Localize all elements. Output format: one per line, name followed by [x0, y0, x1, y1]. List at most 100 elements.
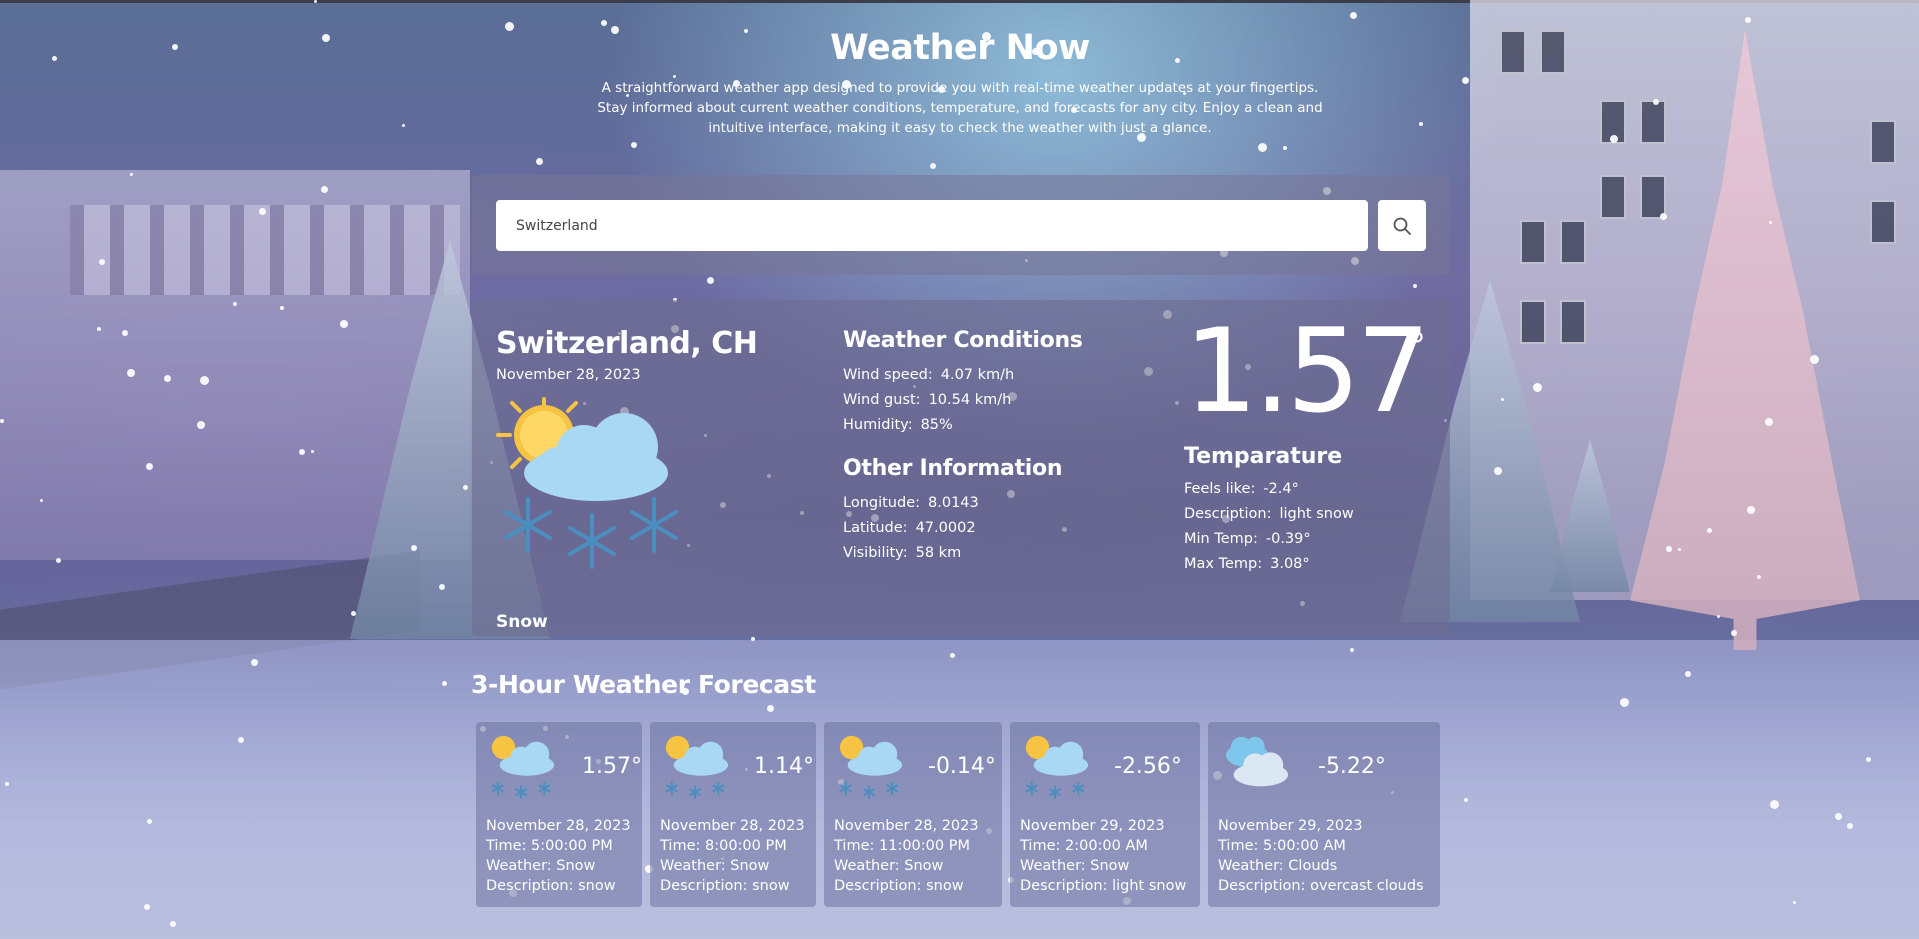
forecast-weather: Weather: Snow	[1020, 858, 1130, 874]
forecast-card: 1.14° November 28, 2023 Time: 8:00:00 PM…	[650, 722, 816, 907]
visibility-label: Visibility:	[843, 545, 908, 561]
forecast-description: Description: snow	[660, 878, 790, 894]
snowflake	[402, 124, 405, 127]
forecast-card: 1.57° November 28, 2023 Time: 5:00:00 PM…	[476, 722, 642, 907]
sun-cloud-snow-icon	[665, 735, 729, 800]
snowflake	[146, 463, 153, 470]
forecast-card: -0.14° November 28, 2023 Time: 11:00:00 …	[824, 722, 1002, 907]
forecast-title: 3-Hour Weather Forecast	[471, 670, 816, 699]
building-window	[1870, 200, 1896, 244]
snowflake	[751, 637, 755, 641]
snowflake	[707, 277, 714, 284]
snowflake	[1501, 398, 1504, 401]
snowflake	[1745, 17, 1751, 23]
forecast-description: Description: light snow	[1020, 878, 1187, 894]
wind-gust-label: Wind gust:	[843, 392, 921, 408]
snowflake	[299, 449, 305, 455]
current-date: November 28, 2023	[496, 367, 641, 383]
forecast-details: November 28, 2023 Time: 5:00:00 PM Weath…	[486, 816, 631, 896]
snowflake	[930, 163, 936, 169]
snowflake	[1494, 467, 1502, 475]
snowflake	[1747, 506, 1755, 514]
search-icon	[1393, 217, 1411, 235]
forecast-temp: -0.14°	[928, 754, 996, 779]
min-temp-row: Min Temp: -0.39°	[1184, 527, 1444, 552]
weather-condition: Snow	[496, 612, 548, 632]
feels-like-value: -2.4°	[1263, 481, 1299, 497]
snowflake	[322, 34, 330, 42]
humidity-label: Humidity:	[843, 417, 913, 433]
search-button[interactable]	[1378, 200, 1426, 251]
snowflake	[1413, 284, 1417, 288]
sun-cloud-snow-icon	[496, 397, 678, 569]
forecast-date: November 29, 2023	[1218, 818, 1363, 834]
snowflake	[1765, 418, 1773, 426]
snowflake	[147, 819, 152, 824]
snowflake	[1620, 698, 1629, 707]
clouds-icon	[1225, 736, 1289, 787]
forecast-card: -2.56° November 29, 2023 Time: 2:00:00 A…	[1010, 722, 1200, 907]
snowflake	[97, 327, 101, 331]
search-input[interactable]	[496, 200, 1368, 251]
snowflake	[0, 419, 4, 423]
snowflake	[950, 653, 955, 658]
max-temp-row: Max Temp: 3.08°	[1184, 552, 1444, 577]
wind-speed-label: Wind speed:	[843, 367, 933, 383]
forecast-temp: -5.22°	[1318, 754, 1386, 779]
location-column: Switzerland, CH November 28, 2023 Snow	[496, 326, 796, 632]
snowflake	[1757, 575, 1761, 579]
snowflake	[767, 705, 774, 712]
wind-gust-value: 10.54 km/h	[928, 392, 1012, 408]
humidity-value: 85%	[920, 417, 953, 433]
building-window	[1520, 220, 1546, 264]
feels-like-row: Feels like: -2.4°	[1184, 477, 1444, 502]
snowflake	[505, 22, 514, 31]
building-window	[1540, 30, 1566, 74]
building-window	[1520, 300, 1546, 344]
building-window	[1560, 220, 1586, 264]
snowflake	[130, 173, 133, 176]
background-building-columns	[70, 205, 460, 295]
wind-gust-row: Wind gust: 10.54 km/h	[843, 388, 1143, 413]
page-subtitle: A straightforward weather app designed t…	[597, 80, 1323, 136]
snowflake	[1847, 823, 1853, 829]
forecast-date: November 29, 2023	[1020, 818, 1165, 834]
snowflake	[1770, 800, 1779, 809]
forecast-description: Description: overcast clouds	[1218, 878, 1424, 894]
snowflake	[144, 904, 150, 910]
feels-like-label: Feels like:	[1184, 481, 1256, 497]
snowflake	[172, 44, 178, 50]
snowflake	[340, 320, 348, 328]
snowflake	[631, 142, 637, 148]
snowflake	[351, 611, 356, 616]
snowflake	[233, 302, 237, 306]
forecast-details: November 28, 2023 Time: 8:00:00 PM Weath…	[660, 816, 805, 896]
search-panel	[472, 175, 1450, 275]
snowflake	[200, 376, 209, 385]
snowflake	[439, 584, 445, 590]
snowflake	[601, 20, 607, 26]
current-weather-card: Switzerland, CH November 28, 2023 Snow W…	[472, 300, 1450, 636]
snowflake	[1533, 383, 1542, 392]
forecast-date: November 28, 2023	[486, 818, 631, 834]
forecast-date: November 28, 2023	[834, 818, 979, 834]
sun-cloud-snow-icon	[839, 735, 903, 800]
forecast-card: -5.22° November 29, 2023 Time: 5:00:00 A…	[1208, 722, 1440, 907]
snowflake	[1660, 213, 1667, 220]
app-header: Weather Now A straightforward weather ap…	[560, 28, 1360, 138]
snowflake	[1350, 648, 1354, 652]
snowflake	[1685, 671, 1691, 677]
longitude-row: Longitude: 8.0143	[843, 491, 1143, 516]
sun-cloud-snow-icon	[1025, 735, 1089, 800]
snowflake	[52, 56, 57, 61]
latitude-row: Latitude: 47.0002	[843, 516, 1143, 541]
forecast-time: Time: 5:00:00 PM	[486, 838, 613, 854]
snowflake	[463, 485, 468, 490]
max-temp-label: Max Temp:	[1184, 556, 1263, 572]
snowflake	[1769, 221, 1772, 224]
snowflake	[170, 921, 176, 927]
snowflake	[1610, 135, 1618, 143]
weather-conditions-title: Weather Conditions	[843, 328, 1083, 353]
building-window	[1560, 300, 1586, 344]
forecast-details: November 29, 2023 Time: 2:00:00 AM Weath…	[1020, 816, 1186, 896]
